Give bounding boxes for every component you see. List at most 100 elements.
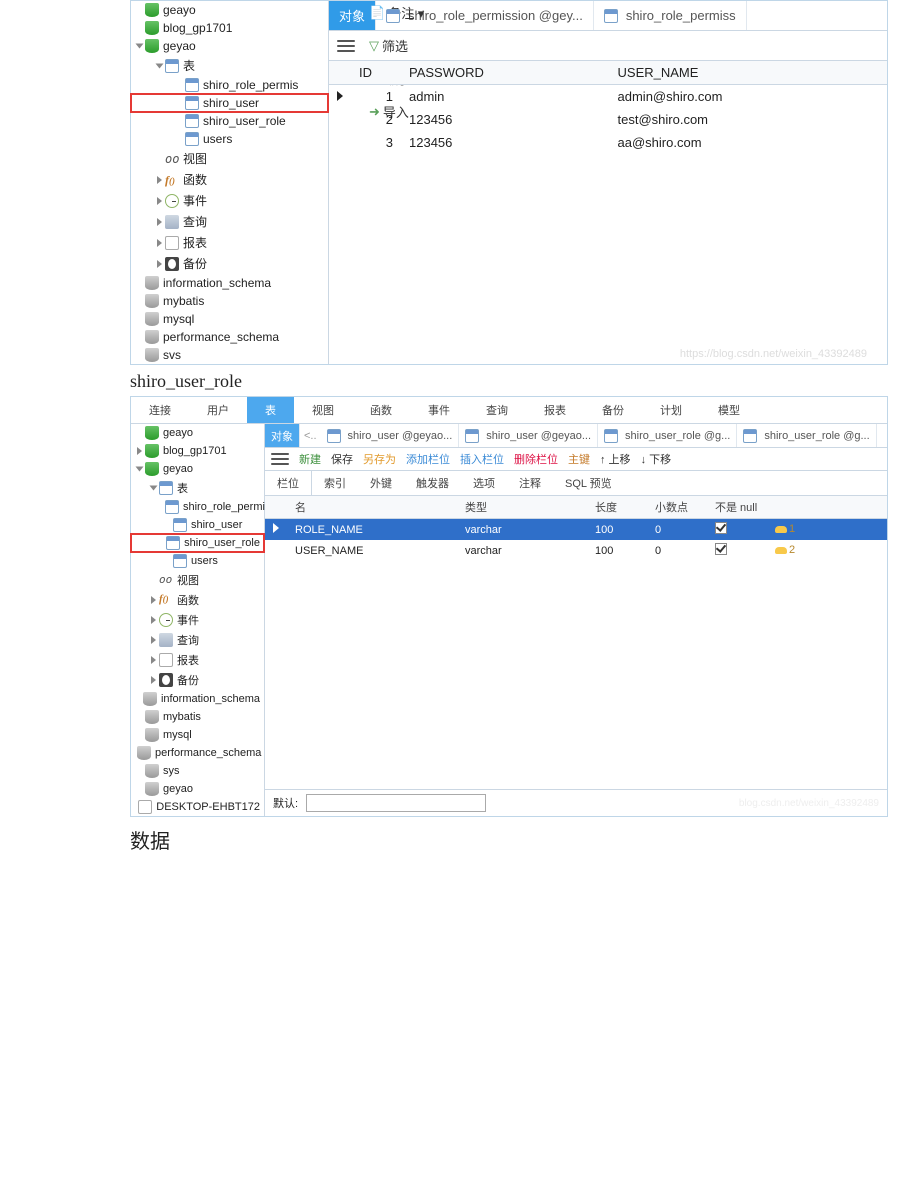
tree-item[interactable]: mysql <box>131 726 264 744</box>
tree-item[interactable]: blog_gp1701 <box>131 442 264 460</box>
tbl-icon <box>165 59 179 73</box>
menu-item[interactable]: 备份 <box>584 397 642 423</box>
tree-item[interactable]: 表 <box>131 55 328 76</box>
table-row[interactable]: ROLE_NAMEvarchar10001 <box>265 519 887 541</box>
column-header[interactable]: 名 <box>287 496 457 519</box>
toolbar-button[interactable]: ↑ 上移 <box>600 451 631 467</box>
sub-tab[interactable]: SQL 预览 <box>553 471 624 495</box>
tree-item[interactable]: sys <box>131 762 264 780</box>
sub-tab[interactable]: 注释 <box>507 471 553 495</box>
menu-item[interactable]: 表 <box>247 397 294 423</box>
toolbar-button[interactable]: 另存为 <box>363 451 396 467</box>
tree-item[interactable]: oo视图 <box>131 570 264 590</box>
menu-item[interactable]: 模型 <box>700 397 758 423</box>
tree-item[interactable]: users <box>131 130 328 148</box>
tree-item[interactable]: blog_gp1701 <box>131 19 328 37</box>
sub-tab[interactable]: 栏位 <box>265 471 312 495</box>
table-row[interactable]: 3123456aa@shiro.com <box>329 131 887 154</box>
tree-item[interactable]: information_schema <box>131 690 264 708</box>
tree-item[interactable]: geayo <box>131 1 328 19</box>
default-input[interactable] <box>306 794 486 812</box>
tree-item[interactable]: performance_schema <box>131 744 264 762</box>
column-header[interactable] <box>767 496 887 519</box>
menu-item[interactable]: 函数 <box>352 397 410 423</box>
menu-item[interactable]: 连接 <box>131 397 189 423</box>
menu-item[interactable]: 计划 <box>642 397 700 423</box>
toolbar-button[interactable]: 主键 <box>568 451 590 467</box>
table-row[interactable]: USER_NAMEvarchar10002 <box>265 540 887 561</box>
tree-item[interactable]: geyao <box>131 37 328 55</box>
tree-item-label: blog_gp1701 <box>163 445 227 457</box>
tree-item[interactable]: shiro_user_role <box>131 112 328 130</box>
toolbar-button[interactable]: 📄备注 ▾ <box>369 3 434 22</box>
menu-item[interactable]: 报表 <box>526 397 584 423</box>
tree-item[interactable]: performance_schema <box>131 328 328 346</box>
tree-item[interactable]: 事件 <box>131 190 328 211</box>
tree-item[interactable]: shiro_user <box>131 516 264 534</box>
tab[interactable]: shiro_user_role @g... <box>598 424 737 447</box>
not-null-checkbox[interactable] <box>715 522 727 534</box>
tree-item[interactable]: shiro_user_role <box>131 534 264 552</box>
sub-tab[interactable]: 索引 <box>312 471 358 495</box>
tree-item[interactable]: information_schema <box>131 274 328 292</box>
tab[interactable]: shiro_user_role @g... <box>737 424 876 447</box>
tree-item-label: shiro_role_permis <box>183 501 270 513</box>
tab[interactable]: shiro_user @geyao... <box>321 424 460 447</box>
tree-item[interactable]: f()函数 <box>131 169 328 190</box>
menu-item[interactable]: 事件 <box>410 397 468 423</box>
column-header[interactable]: PASSWORD <box>401 61 610 85</box>
tree-item[interactable]: geyao <box>131 460 264 478</box>
column-header[interactable]: 不是 null <box>707 496 767 519</box>
tab[interactable]: shiro_role_permiss <box>594 1 747 30</box>
column-header[interactable]: 类型 <box>457 496 587 519</box>
toolbar-button[interactable]: 删除栏位 <box>514 451 558 467</box>
expand-icon <box>151 676 156 684</box>
table-row[interactable]: 1adminadmin@shiro.com <box>329 85 887 109</box>
column-header[interactable]: 小数点 <box>647 496 707 519</box>
tree-item[interactable]: svs <box>131 346 328 364</box>
tree-item[interactable]: 备份 <box>131 253 328 274</box>
tree-item-label: shiro_role_permis <box>203 78 298 92</box>
tree-item[interactable]: DESKTOP-EHBT172 <box>131 798 264 816</box>
toolbar-button[interactable]: ▽筛选 <box>369 36 434 55</box>
tree-item[interactable]: 报表 <box>131 232 328 253</box>
menu-item[interactable]: 用户 <box>189 397 247 423</box>
tree-item[interactable]: shiro_role_permis <box>131 76 328 94</box>
sub-tab[interactable]: 触发器 <box>404 471 461 495</box>
tree-item[interactable]: 查询 <box>131 630 264 650</box>
tree-item[interactable]: 表 <box>131 478 264 498</box>
tbl-icon <box>185 78 199 92</box>
not-null-checkbox[interactable] <box>715 543 727 555</box>
toolbar-button[interactable]: 插入栏位 <box>460 451 504 467</box>
tree-item[interactable]: geayo <box>131 424 264 442</box>
table-row[interactable]: 2123456test@shiro.com <box>329 108 887 131</box>
toolbar-button[interactable]: 添加栏位 <box>406 451 450 467</box>
tab[interactable]: 对象 <box>265 424 300 447</box>
tree-item[interactable]: geyao <box>131 780 264 798</box>
column-header[interactable]: USER_NAME <box>610 61 887 85</box>
tree-item[interactable]: 查询 <box>131 211 328 232</box>
tree-item[interactable]: shiro_user <box>131 94 328 112</box>
tree-item[interactable]: 备份 <box>131 670 264 690</box>
tree-item[interactable]: shiro_role_permis <box>131 498 264 516</box>
menu-icon[interactable] <box>271 452 289 466</box>
toolbar-button[interactable]: 新建 <box>299 451 321 467</box>
toolbar-button[interactable]: ↓ 下移 <box>641 451 672 467</box>
menu-item[interactable]: 视图 <box>294 397 352 423</box>
sub-tab[interactable]: 选项 <box>461 471 507 495</box>
tree-item[interactable]: mybatis <box>131 708 264 726</box>
tree-item[interactable]: oo视图 <box>131 148 328 169</box>
tree-item[interactable]: f()函数 <box>131 590 264 610</box>
tree-item[interactable]: mybatis <box>131 292 328 310</box>
tree-item[interactable]: 报表 <box>131 650 264 670</box>
tab[interactable]: shiro_user @geyao... <box>459 424 598 447</box>
toolbar-button[interactable]: 保存 <box>331 451 353 467</box>
sub-tab[interactable]: 外键 <box>358 471 404 495</box>
menu-item[interactable]: 查询 <box>468 397 526 423</box>
column-header[interactable]: ID <box>351 61 401 85</box>
tree-item[interactable]: 事件 <box>131 610 264 630</box>
tree-item[interactable]: mysql <box>131 310 328 328</box>
column-header[interactable]: 长度 <box>587 496 647 519</box>
menu-icon[interactable] <box>337 39 355 53</box>
tree-item[interactable]: users <box>131 552 264 570</box>
